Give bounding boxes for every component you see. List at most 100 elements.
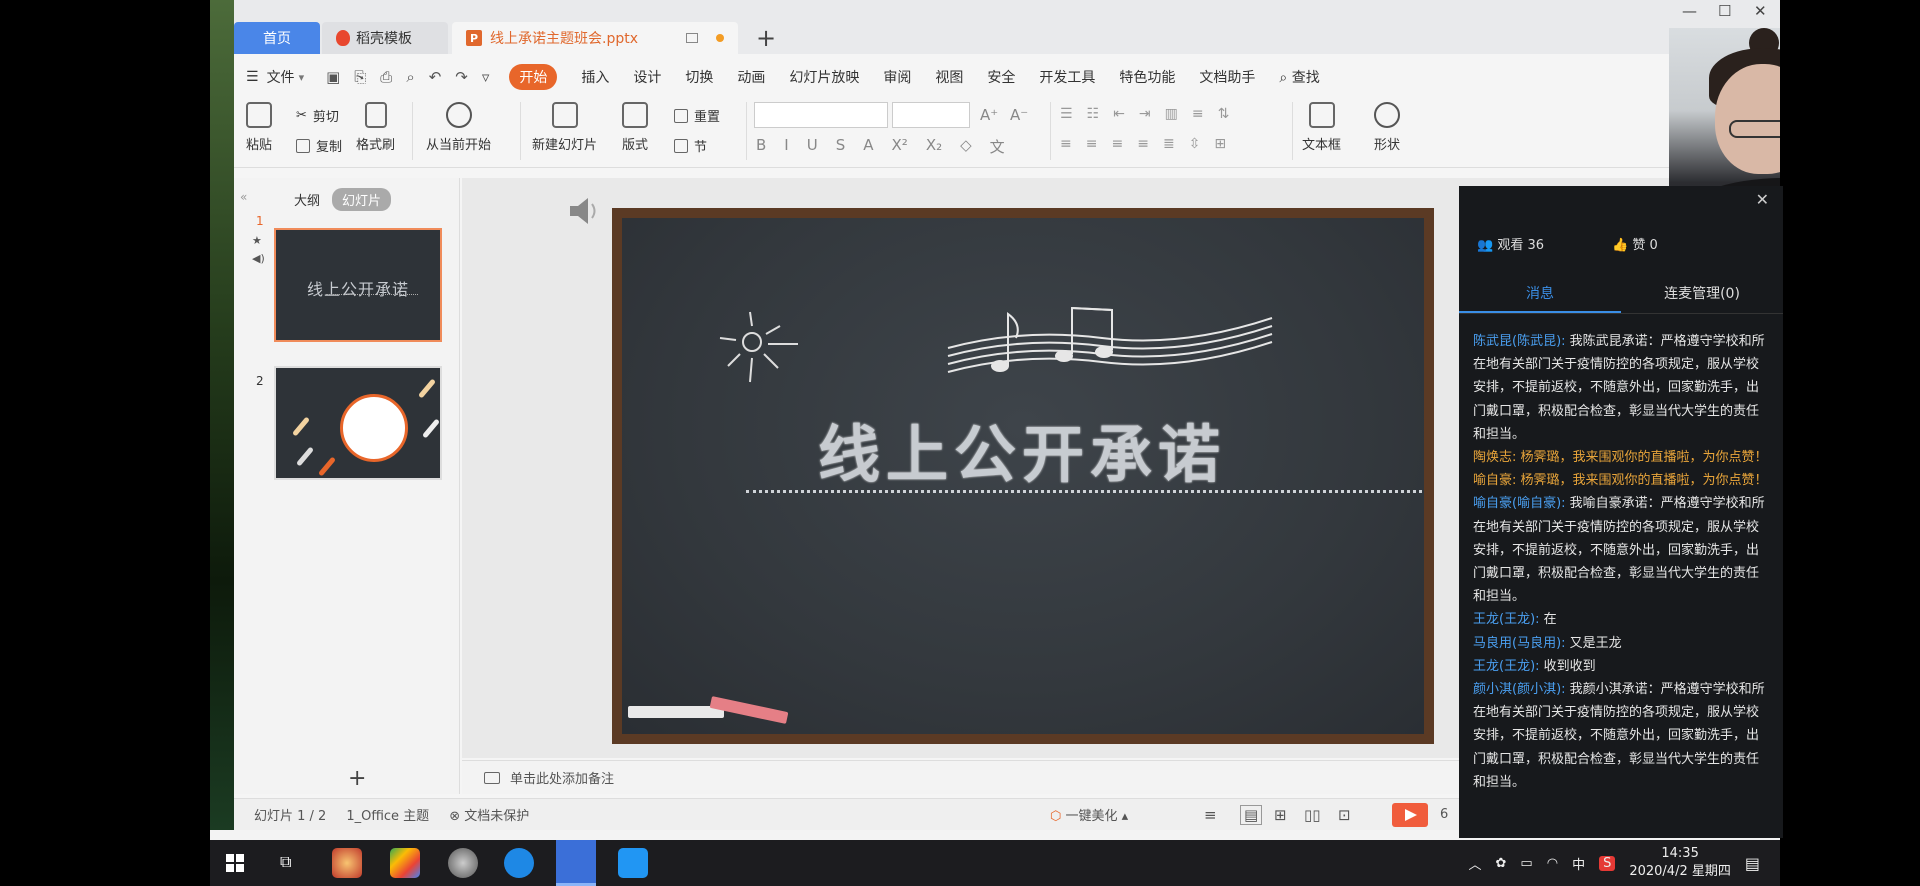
smartart-icon[interactable]: ⊞ <box>1214 136 1226 152</box>
clock[interactable]: 14:35 2020/4/2 星期四 <box>1629 845 1731 881</box>
wps-taskbar-icon[interactable] <box>556 840 596 886</box>
redo-icon[interactable]: ↷ <box>455 68 468 86</box>
hamburger-icon[interactable]: ☰ <box>246 69 259 85</box>
justify-icon[interactable]: ≡ <box>1137 136 1149 152</box>
bullets-icon[interactable]: ☰ <box>1060 106 1073 122</box>
align-text-icon[interactable]: ⇳ <box>1189 136 1201 152</box>
current-slide[interactable]: 线上公开承诺 <box>612 208 1434 744</box>
chevron-up-icon[interactable]: ︿ <box>1469 854 1482 873</box>
close-icon[interactable]: ✕ <box>1754 2 1767 20</box>
play-store-icon[interactable] <box>390 848 420 878</box>
print-icon[interactable]: ⎙ <box>380 68 392 86</box>
menu-transitions[interactable]: 切换 <box>685 67 713 87</box>
protection-status[interactable]: ⊗ 文档未保护 <box>449 805 529 824</box>
increase-indent-icon[interactable]: ⇥ <box>1139 106 1151 122</box>
reading-view-icon[interactable]: ▯▯ <box>1304 806 1321 824</box>
camera-app-icon[interactable] <box>618 848 648 878</box>
superscript-icon[interactable]: X² <box>892 136 908 157</box>
save-icon[interactable]: ▣ <box>326 68 340 86</box>
tab-connect-management[interactable]: 连麦管理(0) <box>1621 274 1783 313</box>
menu-design[interactable]: 设计 <box>633 67 661 87</box>
font-family-select[interactable] <box>754 102 888 128</box>
font-color-icon[interactable]: A <box>863 136 873 157</box>
speaker-icon[interactable] <box>566 194 600 228</box>
sorter-view-icon[interactable]: ⊞ <box>1274 806 1287 824</box>
format-painter-button[interactable]: 格式刷 <box>356 102 395 153</box>
menu-slideshow[interactable]: 幻灯片放映 <box>789 67 859 87</box>
minimize-icon[interactable]: — <box>1682 2 1697 20</box>
chevron-down-icon[interactable]: ▾ <box>299 71 305 84</box>
preview-icon[interactable]: ⌕ <box>406 68 414 86</box>
play-slideshow-button[interactable] <box>1392 803 1428 827</box>
slide-thumbnail-1[interactable]: 线上公开承诺 <box>274 228 442 342</box>
new-slide-button[interactable]: 新建幻灯片 <box>532 102 597 153</box>
beautify-button[interactable]: ⬡ 一键美化 ▴ <box>1050 805 1128 824</box>
presenter-view-icon[interactable]: ⊡ <box>1338 806 1351 824</box>
menu-insert[interactable]: 插入 <box>581 67 609 87</box>
menu-developer[interactable]: 开发工具 <box>1039 67 1095 87</box>
slide-title[interactable]: 线上公开承诺 <box>818 404 1226 494</box>
paste-button[interactable]: 粘贴 <box>246 102 272 153</box>
normal-view-icon[interactable]: ▤ <box>1240 804 1263 825</box>
align-center-icon[interactable]: ≡ <box>1086 136 1098 152</box>
add-slide-plus-icon[interactable]: + <box>348 766 366 791</box>
tab-document[interactable]: P 线上承诺主题班会.pptx <box>452 22 738 54</box>
battery-icon[interactable]: ▭ <box>1520 856 1532 871</box>
clear-format-icon[interactable]: ◇ <box>960 136 972 157</box>
browser-icon[interactable] <box>448 848 478 878</box>
wifi-icon[interactable]: ◠ <box>1547 856 1558 871</box>
theme-name[interactable]: 1_Office 主题 <box>346 805 429 824</box>
font-grow-icon[interactable]: A⁺ <box>980 106 998 124</box>
tab-messages[interactable]: 消息 <box>1459 274 1621 313</box>
phonetic-icon[interactable]: 文 <box>990 136 1005 157</box>
notes-toggle-icon[interactable]: ≡ <box>1204 806 1217 824</box>
columns-icon[interactable]: ▥ <box>1165 106 1178 122</box>
distribute-icon[interactable]: ≣ <box>1163 136 1175 152</box>
section-button[interactable]: 节 <box>674 136 707 155</box>
italic-icon[interactable]: I <box>784 136 788 157</box>
notification-icon[interactable]: ▤ <box>1745 854 1760 873</box>
windows-start-icon[interactable] <box>226 854 244 872</box>
menu-view[interactable]: 视图 <box>935 67 963 87</box>
menu-review[interactable]: 审阅 <box>883 67 911 87</box>
text-direction-icon[interactable]: ⇅ <box>1218 106 1230 122</box>
sogou-icon[interactable]: S <box>1599 855 1616 871</box>
font-size-select[interactable] <box>892 102 970 128</box>
new-tab-plus-icon[interactable]: + <box>756 24 776 52</box>
shape-button[interactable]: 形状 <box>1374 102 1400 153</box>
textbox-button[interactable]: 文本框 <box>1302 102 1341 153</box>
tab-outline[interactable]: 大纲 <box>294 190 320 209</box>
slide-thumbnail-2[interactable] <box>274 366 442 480</box>
align-left-icon[interactable]: ≡ <box>1060 136 1072 152</box>
align-right-icon[interactable]: ≡ <box>1111 136 1123 152</box>
menu-doc-assistant[interactable]: 文档助手 <box>1199 67 1255 87</box>
close-icon[interactable]: ✕ <box>1756 190 1769 209</box>
tab-slides[interactable]: 幻灯片 <box>332 188 392 211</box>
message-list[interactable]: 陈武昆(陈武昆): 我陈武昆承诺：严格遵守学校和所在地有关部门关于疫情防控的各项… <box>1473 330 1769 794</box>
undo-icon[interactable]: ↶ <box>429 68 442 86</box>
ime-indicator[interactable]: 中 <box>1572 854 1585 873</box>
zoom-level[interactable]: 6 <box>1440 807 1448 822</box>
search-button[interactable]: ⌕ 查找 <box>1279 67 1319 87</box>
font-shrink-icon[interactable]: A⁻ <box>1010 106 1028 124</box>
bold-icon[interactable]: B <box>756 136 766 157</box>
window-icon[interactable] <box>686 33 698 43</box>
customize-icon[interactable]: ▿ <box>482 68 490 86</box>
feishu-icon[interactable] <box>504 848 534 878</box>
menu-features[interactable]: 特色功能 <box>1119 67 1175 87</box>
tray-app-icon[interactable]: ✿ <box>1496 856 1507 871</box>
numbering-icon[interactable]: ☷ <box>1087 106 1100 122</box>
app-icon[interactable] <box>332 848 362 878</box>
tab-home[interactable]: 首页 <box>234 22 320 54</box>
cut-button[interactable]: ✂ 剪切 <box>296 106 339 125</box>
decrease-indent-icon[interactable]: ⇤ <box>1113 106 1125 122</box>
from-current-button[interactable]: 从当前开始 <box>426 102 491 153</box>
underline-icon[interactable]: U <box>807 136 818 157</box>
likes-stat[interactable]: 👍 赞 0 <box>1612 234 1658 253</box>
subscript-icon[interactable]: X₂ <box>926 136 942 157</box>
menu-animations[interactable]: 动画 <box>737 67 765 87</box>
task-view-icon[interactable]: ⧉ <box>280 852 291 872</box>
reset-button[interactable]: 重置 <box>674 106 720 125</box>
collapse-panel-icon[interactable]: « <box>240 190 247 204</box>
file-menu[interactable]: 文件 <box>267 67 295 87</box>
